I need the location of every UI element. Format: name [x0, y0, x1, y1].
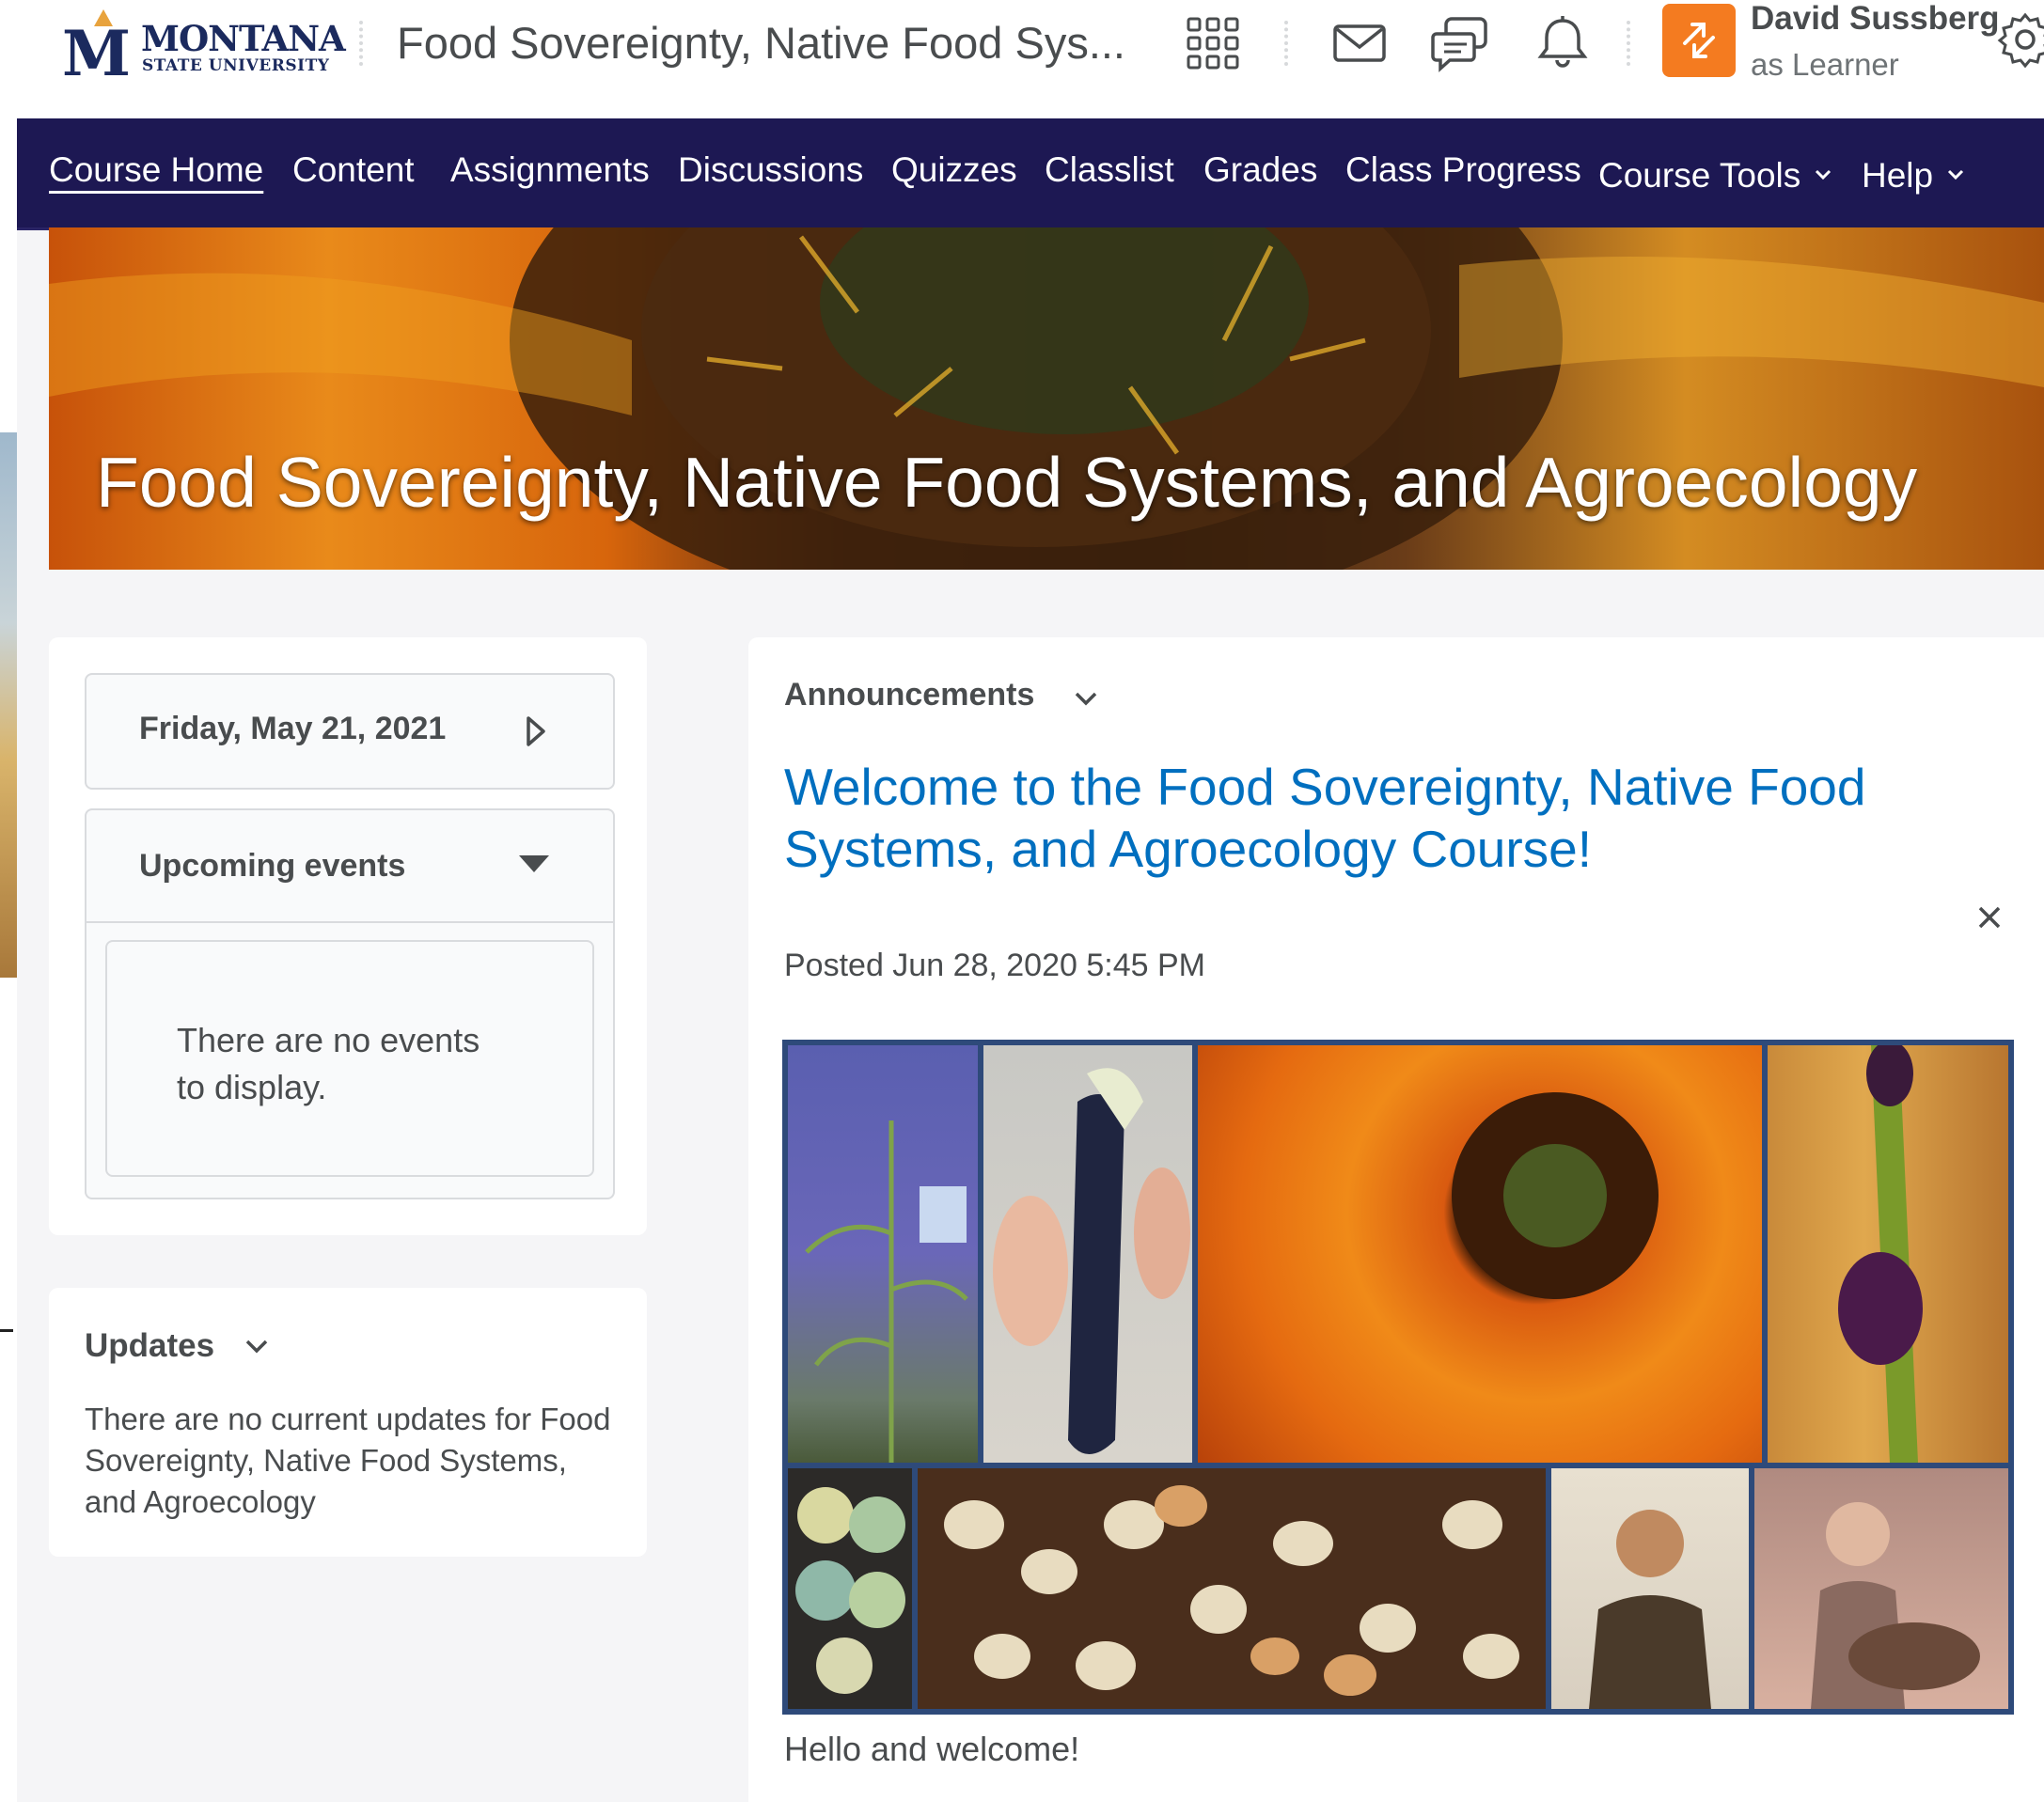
- corn-kernels-photo: [918, 1468, 1546, 1709]
- course-banner: Food Sovereignty, Native Food Systems, a…: [49, 227, 2044, 570]
- chat-icon[interactable]: [1431, 13, 1491, 73]
- play-right-icon[interactable]: [523, 713, 549, 755]
- nav-help-label: Help: [1862, 156, 1934, 195]
- blue-corn-photo: [983, 1045, 1192, 1463]
- announcement-posted-date: Posted Jun 28, 2020 5:45 PM: [784, 948, 1205, 983]
- current-date: Friday, May 21, 2021: [139, 711, 447, 746]
- top-header: M MONTANA STATE UNIVERSITY Food Sovereig…: [17, 0, 2044, 118]
- background-photo: [0, 432, 17, 978]
- banner-title: Food Sovereignty, Native Food Systems, a…: [96, 443, 1918, 522]
- nav-class-progress[interactable]: Class Progress: [1345, 150, 1581, 190]
- upcoming-events-panel: Upcoming events There are no events to d…: [85, 808, 615, 1199]
- date-selector[interactable]: Friday, May 21, 2021: [85, 673, 615, 790]
- logo-subtitle: STATE UNIVERSITY: [142, 56, 330, 75]
- university-logo[interactable]: M MONTANA STATE UNIVERSITY: [47, 9, 346, 90]
- nav-classlist[interactable]: Classlist: [1045, 150, 1174, 190]
- course-navbar: Course Home Content Assignments Discussi…: [17, 118, 2044, 230]
- course-title[interactable]: Food Sovereignty, Native Food Sys...: [397, 17, 1125, 69]
- separator: [1627, 21, 1630, 66]
- user-role: as Learner: [1751, 47, 1899, 82]
- updates-title[interactable]: Updates: [85, 1325, 269, 1365]
- chevron-down-icon: [1946, 150, 1965, 190]
- user-name[interactable]: David Sussberg: [1751, 0, 2000, 38]
- background-link: [0, 1271, 13, 1332]
- nav-course-tools-label: Course Tools: [1598, 156, 1801, 195]
- musician-photo: [1754, 1468, 2008, 1709]
- role-switch-icon: [1662, 23, 1736, 81]
- logo-name: MONTANA: [141, 18, 346, 59]
- nav-content[interactable]: Content: [292, 150, 415, 190]
- mail-icon[interactable]: [1329, 13, 1390, 73]
- separator: [359, 21, 363, 66]
- separator: [1284, 21, 1288, 66]
- person-photo: [1551, 1468, 1749, 1709]
- announcement-body: Hello and welcome!: [784, 1730, 1080, 1768]
- events-list: There are no events to display.: [105, 940, 594, 1177]
- updates-widget: Updates There are no current updates for…: [49, 1288, 647, 1557]
- announcements-heading[interactable]: Announcements: [784, 677, 1098, 715]
- nav-course-home[interactable]: Course Home: [49, 150, 263, 190]
- squash-photo: [788, 1468, 912, 1709]
- nav-help[interactable]: Help: [1862, 150, 1965, 196]
- logo-letter: M: [62, 17, 132, 90]
- announcements-heading-label: Announcements: [784, 677, 1035, 713]
- caret-down-icon[interactable]: [517, 854, 551, 879]
- nav-assignments[interactable]: Assignments: [450, 150, 650, 190]
- upcoming-events-header[interactable]: Upcoming events: [86, 810, 613, 923]
- sunflower-photo: [1198, 1045, 1762, 1463]
- corn-plant-photo: [788, 1045, 978, 1463]
- announcements-widget: Announcements Welcome to the Food Sovere…: [748, 637, 2044, 1802]
- updates-message: There are no current updates for Food So…: [85, 1402, 611, 1519]
- nav-grades[interactable]: Grades: [1203, 150, 1317, 190]
- nav-course-tools[interactable]: Course Tools: [1598, 150, 1832, 196]
- bell-icon[interactable]: [1533, 13, 1593, 73]
- role-switch-button[interactable]: [1662, 4, 1736, 77]
- calendar-widget: Friday, May 21, 2021 Upcoming events The…: [49, 637, 647, 1235]
- announcement-image-collage: [782, 1040, 2014, 1715]
- nav-quizzes[interactable]: Quizzes: [891, 150, 1017, 190]
- chevron-down-icon: [1074, 679, 1098, 715]
- gear-icon[interactable]: [1995, 9, 2044, 70]
- background-window: [0, 0, 17, 1802]
- app-grid-icon[interactable]: [1183, 13, 1243, 73]
- no-events-message: There are no events to display.: [177, 1021, 480, 1106]
- announcement-title-link[interactable]: Welcome to the Food Sovereignty, Native …: [784, 756, 1969, 880]
- chevron-down-icon: [244, 1325, 269, 1363]
- bean-pod-photo: [1768, 1041, 2008, 1463]
- chevron-down-icon: [1814, 150, 1832, 190]
- close-icon[interactable]: [1971, 899, 2008, 936]
- upcoming-events-title: Upcoming events: [139, 848, 406, 884]
- nav-discussions[interactable]: Discussions: [678, 150, 863, 190]
- updates-title-label: Updates: [85, 1327, 215, 1364]
